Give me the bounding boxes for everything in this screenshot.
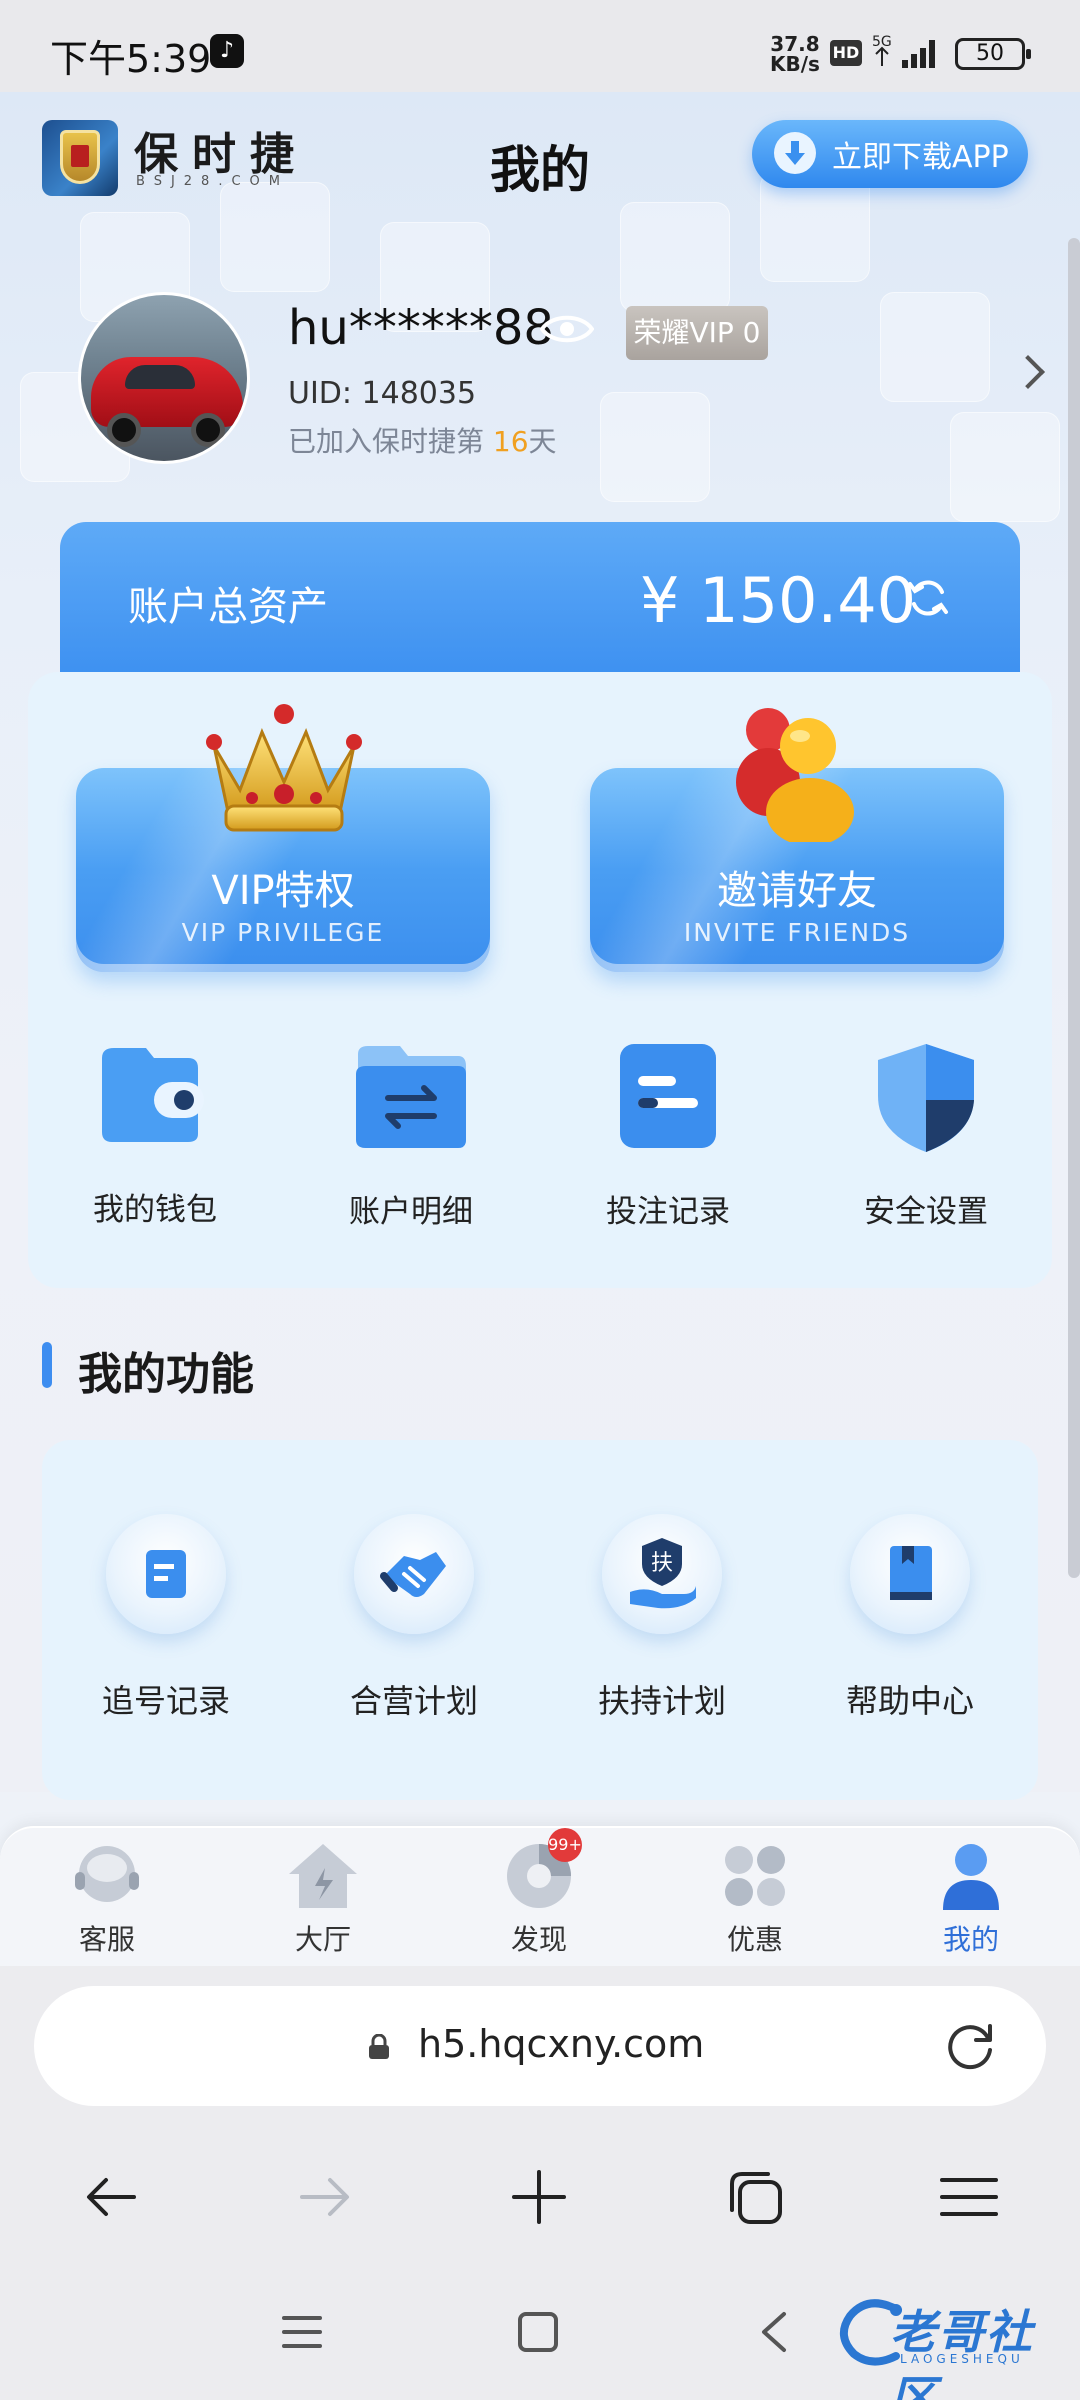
network-speed: 37.8 KB/s [770,34,820,74]
section-title: 我的功能 [78,1349,254,1400]
user-uid: UID: 148035 [288,376,477,411]
battery-indicator: 50 [955,38,1031,70]
eye-icon[interactable] [540,312,594,346]
network-speed-unit: KB/s [770,52,820,76]
invite-friends-subtitle: INVITE FRIENDS [683,918,911,947]
note-icon[interactable] [106,1514,226,1634]
function-label: 扶持计划 [597,1682,726,1720]
tab-customer-service[interactable]: 客服 [42,1838,172,1958]
status-time: 下午5:39 [50,37,212,81]
tab-label: 我的 [942,1923,999,1956]
vip-privilege-title: VIP特权 [211,868,355,914]
record-icon[interactable] [616,1040,720,1152]
tab-lobby[interactable]: 大厅 [258,1838,388,1958]
signal-icon: 5G [872,34,935,68]
joined-suffix: 天 [528,425,557,458]
invite-friends-title: 邀请好友 [717,868,877,914]
handshake-icon[interactable] [354,1514,474,1634]
system-back-icon[interactable] [754,2308,794,2356]
download-icon [774,132,816,174]
home-square-icon[interactable] [516,2310,560,2354]
function-label: 合营计划 [349,1682,478,1720]
network-speed-value: 37.8 [770,32,820,56]
new-tab-plus-icon[interactable] [504,2162,574,2232]
tab-label: 客服 [78,1923,135,1956]
joined-days: 16 [492,425,529,458]
hd-badge: HD [830,40,862,66]
total-assets-value: ¥ 150.40 [640,564,917,637]
section-accent-bar [42,1342,52,1388]
tiktok-icon: ♪ [210,34,244,68]
reload-icon[interactable] [942,2018,998,2074]
tab-mine[interactable]: 我的 [906,1838,1036,1958]
book-icon[interactable] [850,1514,970,1634]
home-icon [289,1844,357,1908]
download-app-label: 立即下载APP [832,140,1009,175]
friends-icon [736,708,854,842]
vip-privilege-subtitle: VIP PRIVILEGE [181,918,385,947]
tab-offers[interactable]: 优惠 [690,1838,820,1958]
username: hu******88 [288,300,554,356]
support-hand-icon[interactable]: 扶 [602,1514,722,1634]
tab-discover[interactable]: 发现 [474,1838,604,1958]
clover-icon [725,1846,785,1906]
vip-level-badge: 荣耀VIP 0 [626,306,768,360]
quick-action-label: 账户明细 [349,1194,473,1230]
menu-icon[interactable] [934,2162,1004,2232]
tab-label: 大厅 [294,1923,351,1956]
recents-menu-icon[interactable] [278,2310,326,2354]
user-icon [943,1844,999,1910]
quick-action-label: 我的钱包 [93,1192,217,1228]
quick-action-label: 安全设置 [864,1194,988,1230]
quick-action-label: 投注记录 [606,1194,730,1230]
tab-label: 发现 [510,1923,567,1956]
notification-badge: 99+ [548,1828,582,1862]
back-arrow-icon[interactable] [76,2162,146,2232]
folder-transfer-icon[interactable] [354,1044,468,1150]
shield-icon[interactable] [872,1040,980,1156]
headset-icon [75,1846,139,1902]
watermark-subtext: LAOGESHEQU [900,2352,1024,2366]
avatar[interactable] [78,292,250,464]
tabs-switcher-icon[interactable] [720,2162,790,2232]
lock-icon [369,2034,389,2059]
wallet-icon[interactable] [94,1044,206,1146]
total-assets-label: 账户总资产 [128,584,328,630]
joined-prefix: 已加入保时捷第 [288,425,493,458]
joined-days-text: 已加入保时捷第 16天 [288,420,557,460]
url-text[interactable]: h5.hqcxny.com [418,2022,704,2066]
watermark-text: 老哥社区 [890,2305,1034,2400]
crown-icon [206,704,362,832]
function-label: 追号记录 [101,1682,230,1720]
scrollbar[interactable] [1068,238,1080,1578]
refresh-icon[interactable] [906,576,950,620]
forward-arrow-icon[interactable] [290,2162,360,2232]
tab-label: 优惠 [726,1923,783,1956]
function-label: 帮助中心 [845,1682,974,1720]
support-glyph: 扶 [651,1551,673,1576]
